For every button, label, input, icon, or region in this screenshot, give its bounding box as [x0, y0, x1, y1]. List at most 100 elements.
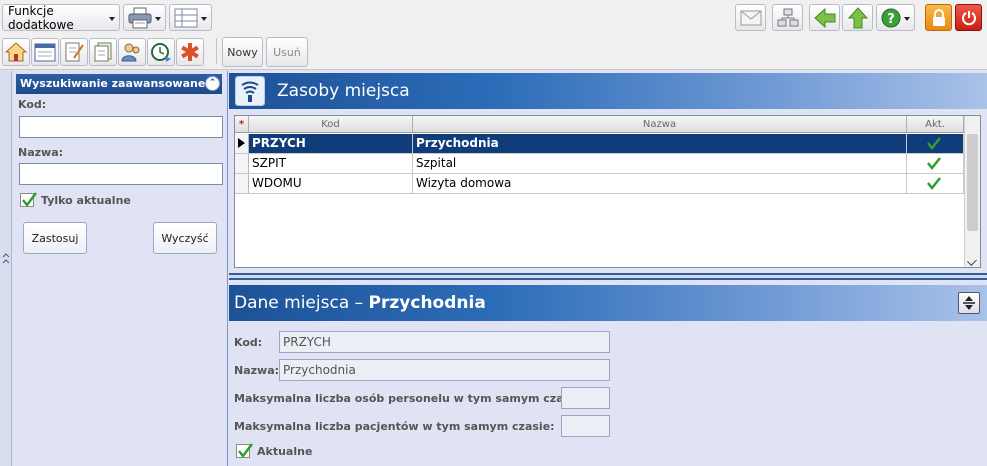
- new-button-label: Nowy: [227, 45, 258, 59]
- clear-button[interactable]: Wyczyść: [153, 222, 217, 254]
- apply-button-label: Zastosuj: [31, 231, 79, 245]
- mail-button[interactable]: [735, 4, 766, 31]
- list-section-header: Zasoby miejsca: [229, 73, 987, 109]
- envelope-icon: [740, 10, 761, 25]
- help-dropdown[interactable]: ?: [876, 4, 915, 31]
- cell-code: SZPIT: [249, 154, 413, 173]
- code-label: Kod:: [18, 98, 47, 111]
- main-content: Zasoby miejsca * Kod Nazwa Akt. PRZYCH Pr…: [229, 71, 987, 466]
- grid-vertical-scrollbar[interactable]: [964, 116, 980, 267]
- arrow-left-icon: [813, 7, 835, 28]
- checkmark-icon: [927, 157, 941, 170]
- back-button[interactable]: [809, 4, 840, 31]
- svg-text:?: ?: [887, 12, 895, 27]
- max-patients-label: Maksymalna liczba pacjentów w tym samym …: [234, 420, 555, 433]
- details-title-prefix: Dane miejsca –: [234, 293, 369, 313]
- cell-code: WDOMU: [249, 174, 413, 193]
- places-grid: * Kod Nazwa Akt. PRZYCH Przychodnia SZPIT S…: [234, 115, 981, 268]
- cell-active: [907, 134, 964, 153]
- detail-code-field[interactable]: PRZYCH: [279, 331, 610, 353]
- chevron-down-icon: [201, 17, 207, 21]
- help-icon: ?: [881, 8, 901, 27]
- collapse-up-icon[interactable]: ⌃: [205, 76, 220, 91]
- current-row-arrow-icon: [238, 138, 245, 148]
- new-button[interactable]: Nowy: [222, 37, 263, 67]
- chevron-down-icon: [155, 17, 161, 21]
- only-current-checkbox[interactable]: [20, 192, 37, 208]
- functions-dropdown-label: Funkcje dodatkowe: [8, 3, 74, 32]
- notes-button[interactable]: [60, 38, 88, 66]
- cell-name: Przychodnia: [413, 134, 907, 153]
- panel-splitter[interactable]: [229, 273, 987, 280]
- detail-name-field[interactable]: Przychodnia: [279, 359, 610, 381]
- patients-button[interactable]: [118, 38, 146, 66]
- chevron-down-icon: [904, 17, 910, 21]
- network-button[interactable]: [772, 4, 803, 31]
- cell-name: Szpital: [413, 154, 907, 173]
- detail-code-label: Kod:: [234, 336, 263, 349]
- max-staff-field[interactable]: [561, 387, 610, 409]
- document-edit-icon: [65, 42, 84, 62]
- clock-icon: [151, 43, 171, 62]
- layout-dropdown[interactable]: [169, 4, 212, 31]
- home-up-button[interactable]: [842, 4, 873, 31]
- signal-waves-icon: [235, 76, 265, 106]
- cell-name: Wizyta domowa: [413, 174, 907, 193]
- print-dropdown[interactable]: [123, 4, 166, 31]
- documents-button[interactable]: [89, 38, 117, 66]
- column-header-code[interactable]: Kod: [249, 116, 413, 133]
- only-current-label: Tylko aktualne: [41, 194, 131, 207]
- details-section-header: Dane miejsca – Przychodnia: [229, 285, 987, 321]
- active-checkbox[interactable]: [236, 443, 253, 459]
- home-icon: [5, 42, 27, 62]
- expand-arrows-icon: [2, 253, 10, 264]
- scrollbar-thumb[interactable]: [967, 134, 978, 231]
- expand-collapse-icon: [963, 296, 975, 310]
- max-patients-field[interactable]: [561, 415, 610, 437]
- chevron-down-icon[interactable]: [967, 256, 977, 266]
- grid-corner-header[interactable]: *: [235, 116, 249, 133]
- expand-collapse-button[interactable]: [958, 292, 980, 314]
- main-toolbar: Funkcje dodatkowe ? Nowy Usuń: [0, 0, 987, 70]
- row-indicator[interactable]: [235, 174, 249, 193]
- table-row[interactable]: SZPIT Szpital: [235, 154, 964, 174]
- apply-button[interactable]: Zastosuj: [23, 222, 87, 254]
- delete-button[interactable]: Usuń: [266, 37, 308, 67]
- row-indicator[interactable]: [235, 134, 249, 153]
- lock-icon: [932, 8, 945, 26]
- power-button[interactable]: [955, 4, 982, 31]
- column-header-name[interactable]: Nazwa: [413, 116, 907, 133]
- table-row[interactable]: PRZYCH Przychodnia: [235, 134, 964, 154]
- table-row[interactable]: WDOMU Wizyta domowa: [235, 174, 964, 194]
- detail-name-label: Nazwa:: [234, 364, 280, 377]
- clear-button-label: Wyczyść: [161, 231, 209, 245]
- printer-icon: [128, 7, 152, 28]
- list-section-title: Zasoby miejsca: [277, 81, 410, 101]
- cell-code: PRZYCH: [249, 134, 413, 153]
- functions-dropdown[interactable]: Funkcje dodatkowe: [2, 3, 120, 32]
- max-staff-label: Maksymalna liczba osób personelu w tym s…: [234, 392, 586, 405]
- calendar-icon: [34, 43, 56, 62]
- cell-active: [907, 174, 964, 193]
- code-search-input[interactable]: [19, 116, 223, 138]
- side-collapse-strip[interactable]: [0, 71, 12, 466]
- users-icon: [121, 43, 140, 62]
- schedule-button[interactable]: [31, 38, 59, 66]
- power-icon: [961, 10, 976, 25]
- row-indicator[interactable]: [235, 154, 249, 173]
- name-search-input[interactable]: [19, 163, 223, 185]
- medical-star-icon: [181, 43, 199, 61]
- lock-button[interactable]: [925, 4, 952, 31]
- time-button[interactable]: [147, 38, 175, 66]
- checkmark-icon: [238, 443, 253, 459]
- delete-button-label: Usuń: [273, 45, 301, 59]
- active-label: Aktualne: [257, 445, 313, 458]
- name-label: Nazwa:: [18, 146, 64, 159]
- home-button[interactable]: [2, 38, 30, 66]
- network-icon: [777, 8, 798, 26]
- medical-button[interactable]: [176, 38, 204, 66]
- arrow-up-icon: [847, 6, 868, 28]
- details-title-name: Przychodnia: [368, 293, 486, 313]
- column-header-active[interactable]: Akt.: [907, 116, 964, 133]
- documents-icon: [94, 42, 112, 62]
